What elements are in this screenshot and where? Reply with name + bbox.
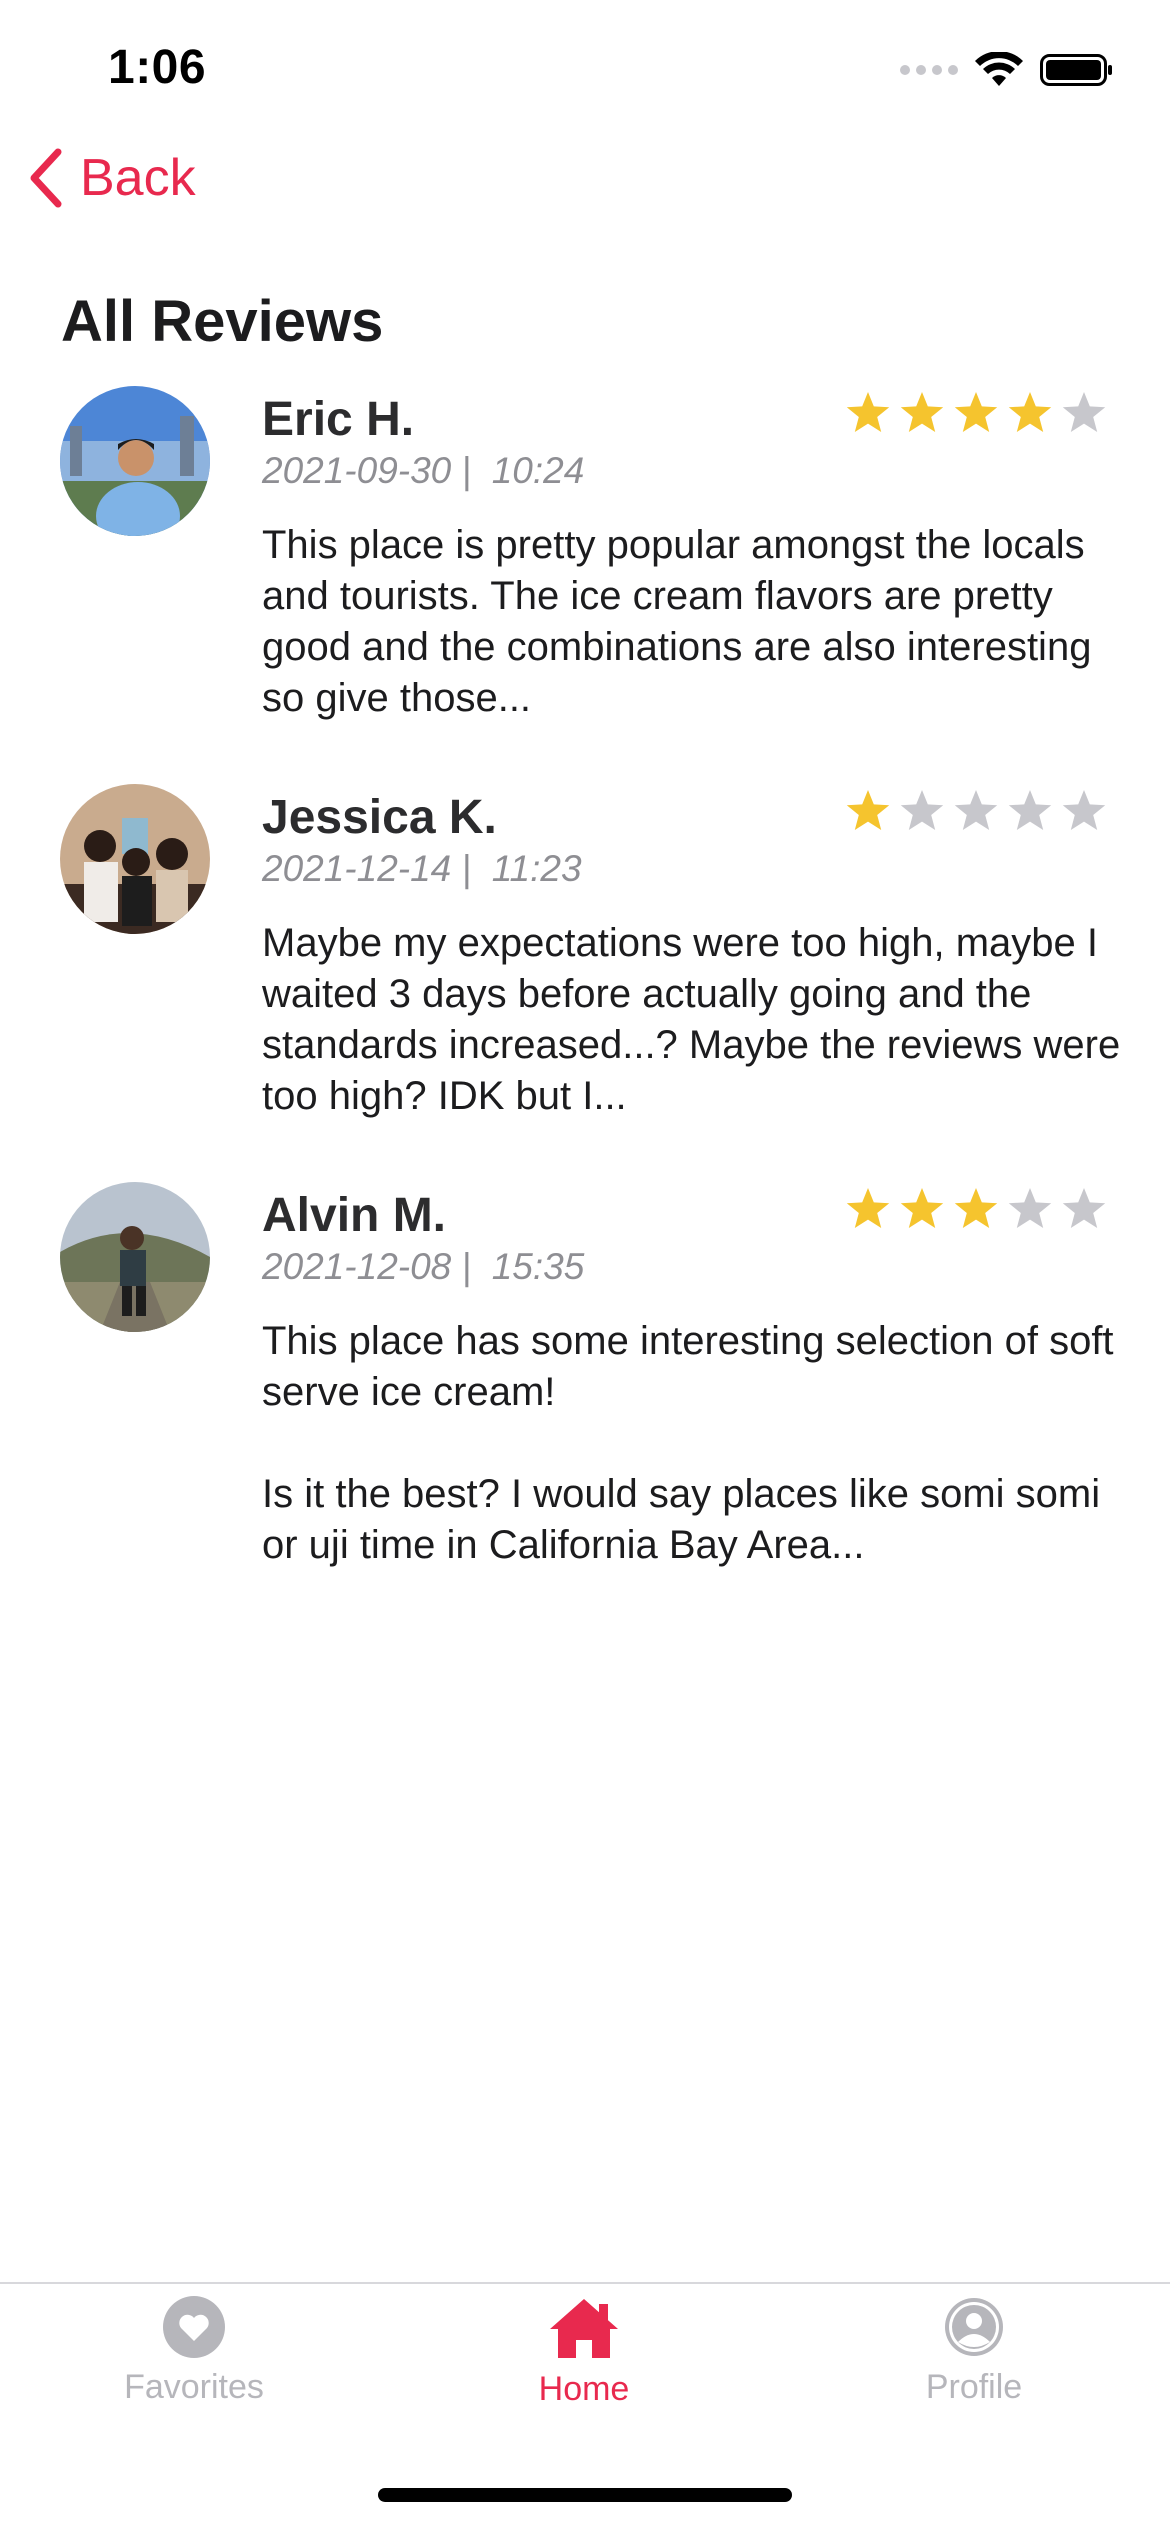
- tab-profile[interactable]: Profile: [824, 2296, 1124, 2407]
- star-filled-icon: [900, 1188, 944, 1228]
- star-filled-icon: [1008, 392, 1052, 432]
- review-text[interactable]: This place has some interesting selectio…: [262, 1316, 1122, 1571]
- star-filled-icon: [846, 392, 890, 432]
- review-text[interactable]: This place is pretty popular amongst the…: [262, 520, 1122, 724]
- review-date: 2021-12-08 | 15:35: [262, 1246, 585, 1287]
- reviewer-name: Eric H.: [262, 393, 415, 446]
- home-indicator: [378, 2488, 792, 2502]
- tab-label: Home: [538, 2370, 630, 2408]
- cellular-signal-icon: [900, 65, 958, 75]
- star-empty-icon: [954, 790, 998, 830]
- reviewer-name: Jessica K.: [262, 791, 497, 844]
- page-title: All Reviews: [61, 289, 384, 354]
- star-empty-icon: [900, 790, 944, 830]
- tab-label: Favorites: [124, 2368, 264, 2406]
- star-filled-icon: [900, 392, 944, 432]
- chevron-left-icon: [30, 148, 62, 208]
- star-rating: [844, 390, 1108, 436]
- star-filled-icon: [954, 1188, 998, 1228]
- review-item: Alvin M. 2021-12-08 | 15:35 This place h…: [0, 1180, 1170, 1578]
- home-icon: [550, 2299, 618, 2358]
- star-empty-icon: [1062, 790, 1106, 830]
- star-empty-icon: [1008, 790, 1052, 830]
- avatar[interactable]: [60, 1182, 210, 1332]
- reviews-list: Eric H. 2021-09-30 | 10:24 This place is…: [0, 384, 1170, 1578]
- avatar[interactable]: [60, 386, 210, 536]
- review-date: 2021-09-30 | 10:24: [262, 450, 585, 491]
- star-filled-icon: [954, 392, 998, 432]
- status-time: 1:06: [108, 41, 207, 94]
- star-rating: [844, 788, 1108, 834]
- star-filled-icon: [846, 1188, 890, 1228]
- status-icons: [900, 52, 1114, 88]
- review-item: Jessica K. 2021-12-14 | 11:23 Maybe my e…: [0, 782, 1170, 1180]
- tab-home[interactable]: Home: [434, 2296, 734, 2409]
- star-empty-icon: [1062, 392, 1106, 432]
- reviewer-name: Alvin M.: [262, 1189, 447, 1242]
- back-label: Back: [80, 149, 196, 207]
- battery-icon: [1040, 54, 1112, 86]
- star-filled-icon: [846, 790, 890, 830]
- review-item: Eric H. 2021-09-30 | 10:24 This place is…: [0, 384, 1170, 782]
- tab-label: Profile: [925, 2368, 1023, 2406]
- status-bar: 1:06: [0, 0, 1170, 150]
- avatar[interactable]: [60, 784, 210, 934]
- star-empty-icon: [1008, 1188, 1052, 1228]
- wifi-icon: [975, 52, 1023, 86]
- star-rating: [844, 1186, 1108, 1232]
- tab-favorites[interactable]: Favorites: [44, 2296, 344, 2407]
- back-button[interactable]: Back: [26, 146, 196, 210]
- person-icon: [945, 2298, 1003, 2356]
- star-empty-icon: [1062, 1188, 1106, 1228]
- review-text[interactable]: Maybe my expectations were too high, may…: [262, 918, 1122, 1122]
- review-date: 2021-12-14 | 11:23: [262, 848, 582, 889]
- heart-icon: [163, 2296, 225, 2358]
